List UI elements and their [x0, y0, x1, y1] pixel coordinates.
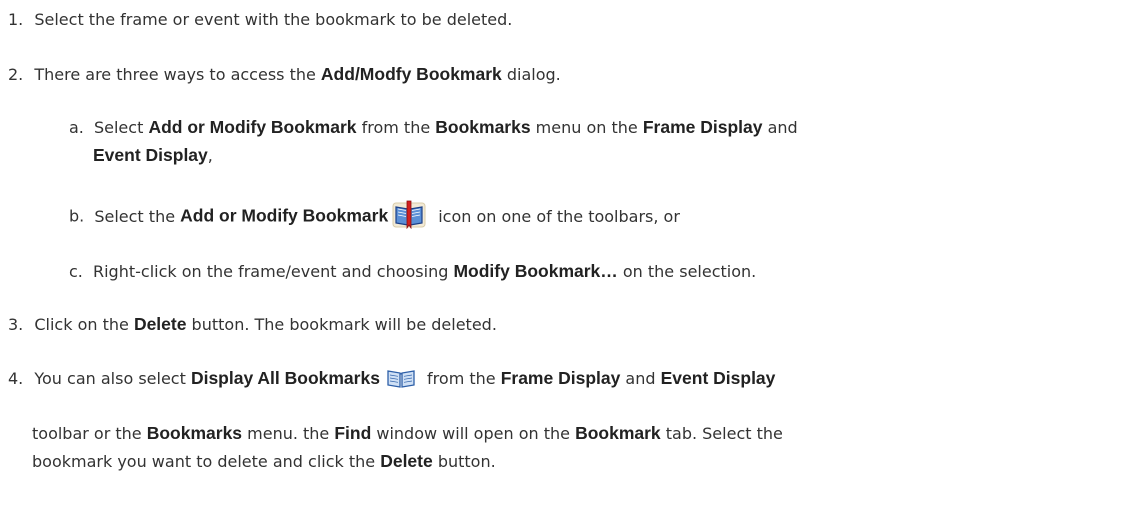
- text-fragment: Select: [93, 118, 149, 137]
- tab-name: Bookmark: [575, 423, 661, 443]
- menu-item-name: Add or Modify Bookmark: [148, 117, 357, 137]
- step-2b: b. Select the Add or Modify Bookmark ico…: [69, 200, 680, 232]
- text-fragment: Select the: [94, 206, 181, 226]
- command-name: Display All Bookmarks: [190, 368, 380, 388]
- step-number: 4.: [8, 369, 24, 388]
- step-2a: a. Select Add or Modify Bookmark from th…: [69, 117, 798, 138]
- text-fragment: toolbar or the: [32, 424, 147, 443]
- step-4-line-3: bookmark you want to delete and click th…: [32, 451, 496, 472]
- window-name: Event Display: [660, 368, 776, 388]
- window-name: Event Display: [93, 145, 208, 165]
- step-4-line-2: toolbar or the Bookmarks menu. the Find …: [32, 423, 783, 444]
- sub-step-letter: a.: [69, 118, 84, 137]
- text-fragment: icon on one of the toolbars, or: [438, 206, 680, 226]
- step-number: 1.: [8, 10, 24, 29]
- step-3: 3. Click on the Delete button. The bookm…: [8, 314, 497, 335]
- window-name: Frame Display: [642, 117, 763, 137]
- context-menu-item-name: Modify Bookmark…: [453, 261, 618, 281]
- open-book-icon: [387, 369, 415, 388]
- step-2: 2. There are three ways to access the Ad…: [8, 64, 561, 85]
- text-fragment: and: [620, 369, 661, 388]
- book-with-red-ribbon-icon: [392, 200, 426, 229]
- text-fragment: Click on the: [34, 315, 134, 334]
- text-fragment: tab. Select the: [660, 424, 783, 443]
- text-fragment: button.: [432, 452, 496, 471]
- menu-name: Bookmarks: [146, 423, 243, 443]
- text-fragment: ,: [207, 146, 213, 165]
- step-text-post: dialog.: [501, 65, 561, 84]
- text-fragment: menu on the: [530, 118, 643, 137]
- text-fragment: and: [762, 118, 798, 137]
- step-2c: c. Right-click on the frame/event and ch…: [69, 261, 756, 282]
- dialog-name: Add/Modfy Bookmark: [320, 64, 502, 84]
- step-4: 4. You can also select Display All Bookm…: [8, 368, 775, 391]
- icon-name: Add or Modify Bookmark: [180, 205, 389, 226]
- sub-step-letter: c.: [69, 262, 83, 281]
- button-name: Delete: [133, 314, 187, 334]
- text-fragment: on the selection.: [617, 262, 757, 281]
- step-number: 3.: [8, 315, 24, 334]
- sub-step-letter: b.: [69, 206, 85, 226]
- step-text-pre: There are three ways to access the: [34, 65, 321, 84]
- text-fragment: Right-click on the frame/event and choos…: [92, 262, 454, 281]
- step-2a-continued: Event Display,: [93, 145, 213, 166]
- window-name: Frame Display: [500, 368, 621, 388]
- text-fragment: window will open on the: [371, 424, 576, 443]
- text-fragment: button. The bookmark will be deleted.: [186, 315, 497, 334]
- window-name: Find: [334, 423, 372, 443]
- text-fragment: from the: [356, 118, 436, 137]
- button-name: Delete: [380, 451, 433, 471]
- text-fragment: menu. the: [242, 424, 335, 443]
- step-1: 1. Select the frame or event with the bo…: [8, 10, 512, 29]
- text-fragment: from the: [421, 369, 501, 388]
- step-text: Select the frame or event with the bookm…: [34, 10, 513, 29]
- text-fragment: bookmark you want to delete and click th…: [32, 452, 381, 471]
- menu-name: Bookmarks: [435, 117, 531, 137]
- step-number: 2.: [8, 65, 24, 84]
- text-fragment: You can also select: [34, 369, 191, 388]
